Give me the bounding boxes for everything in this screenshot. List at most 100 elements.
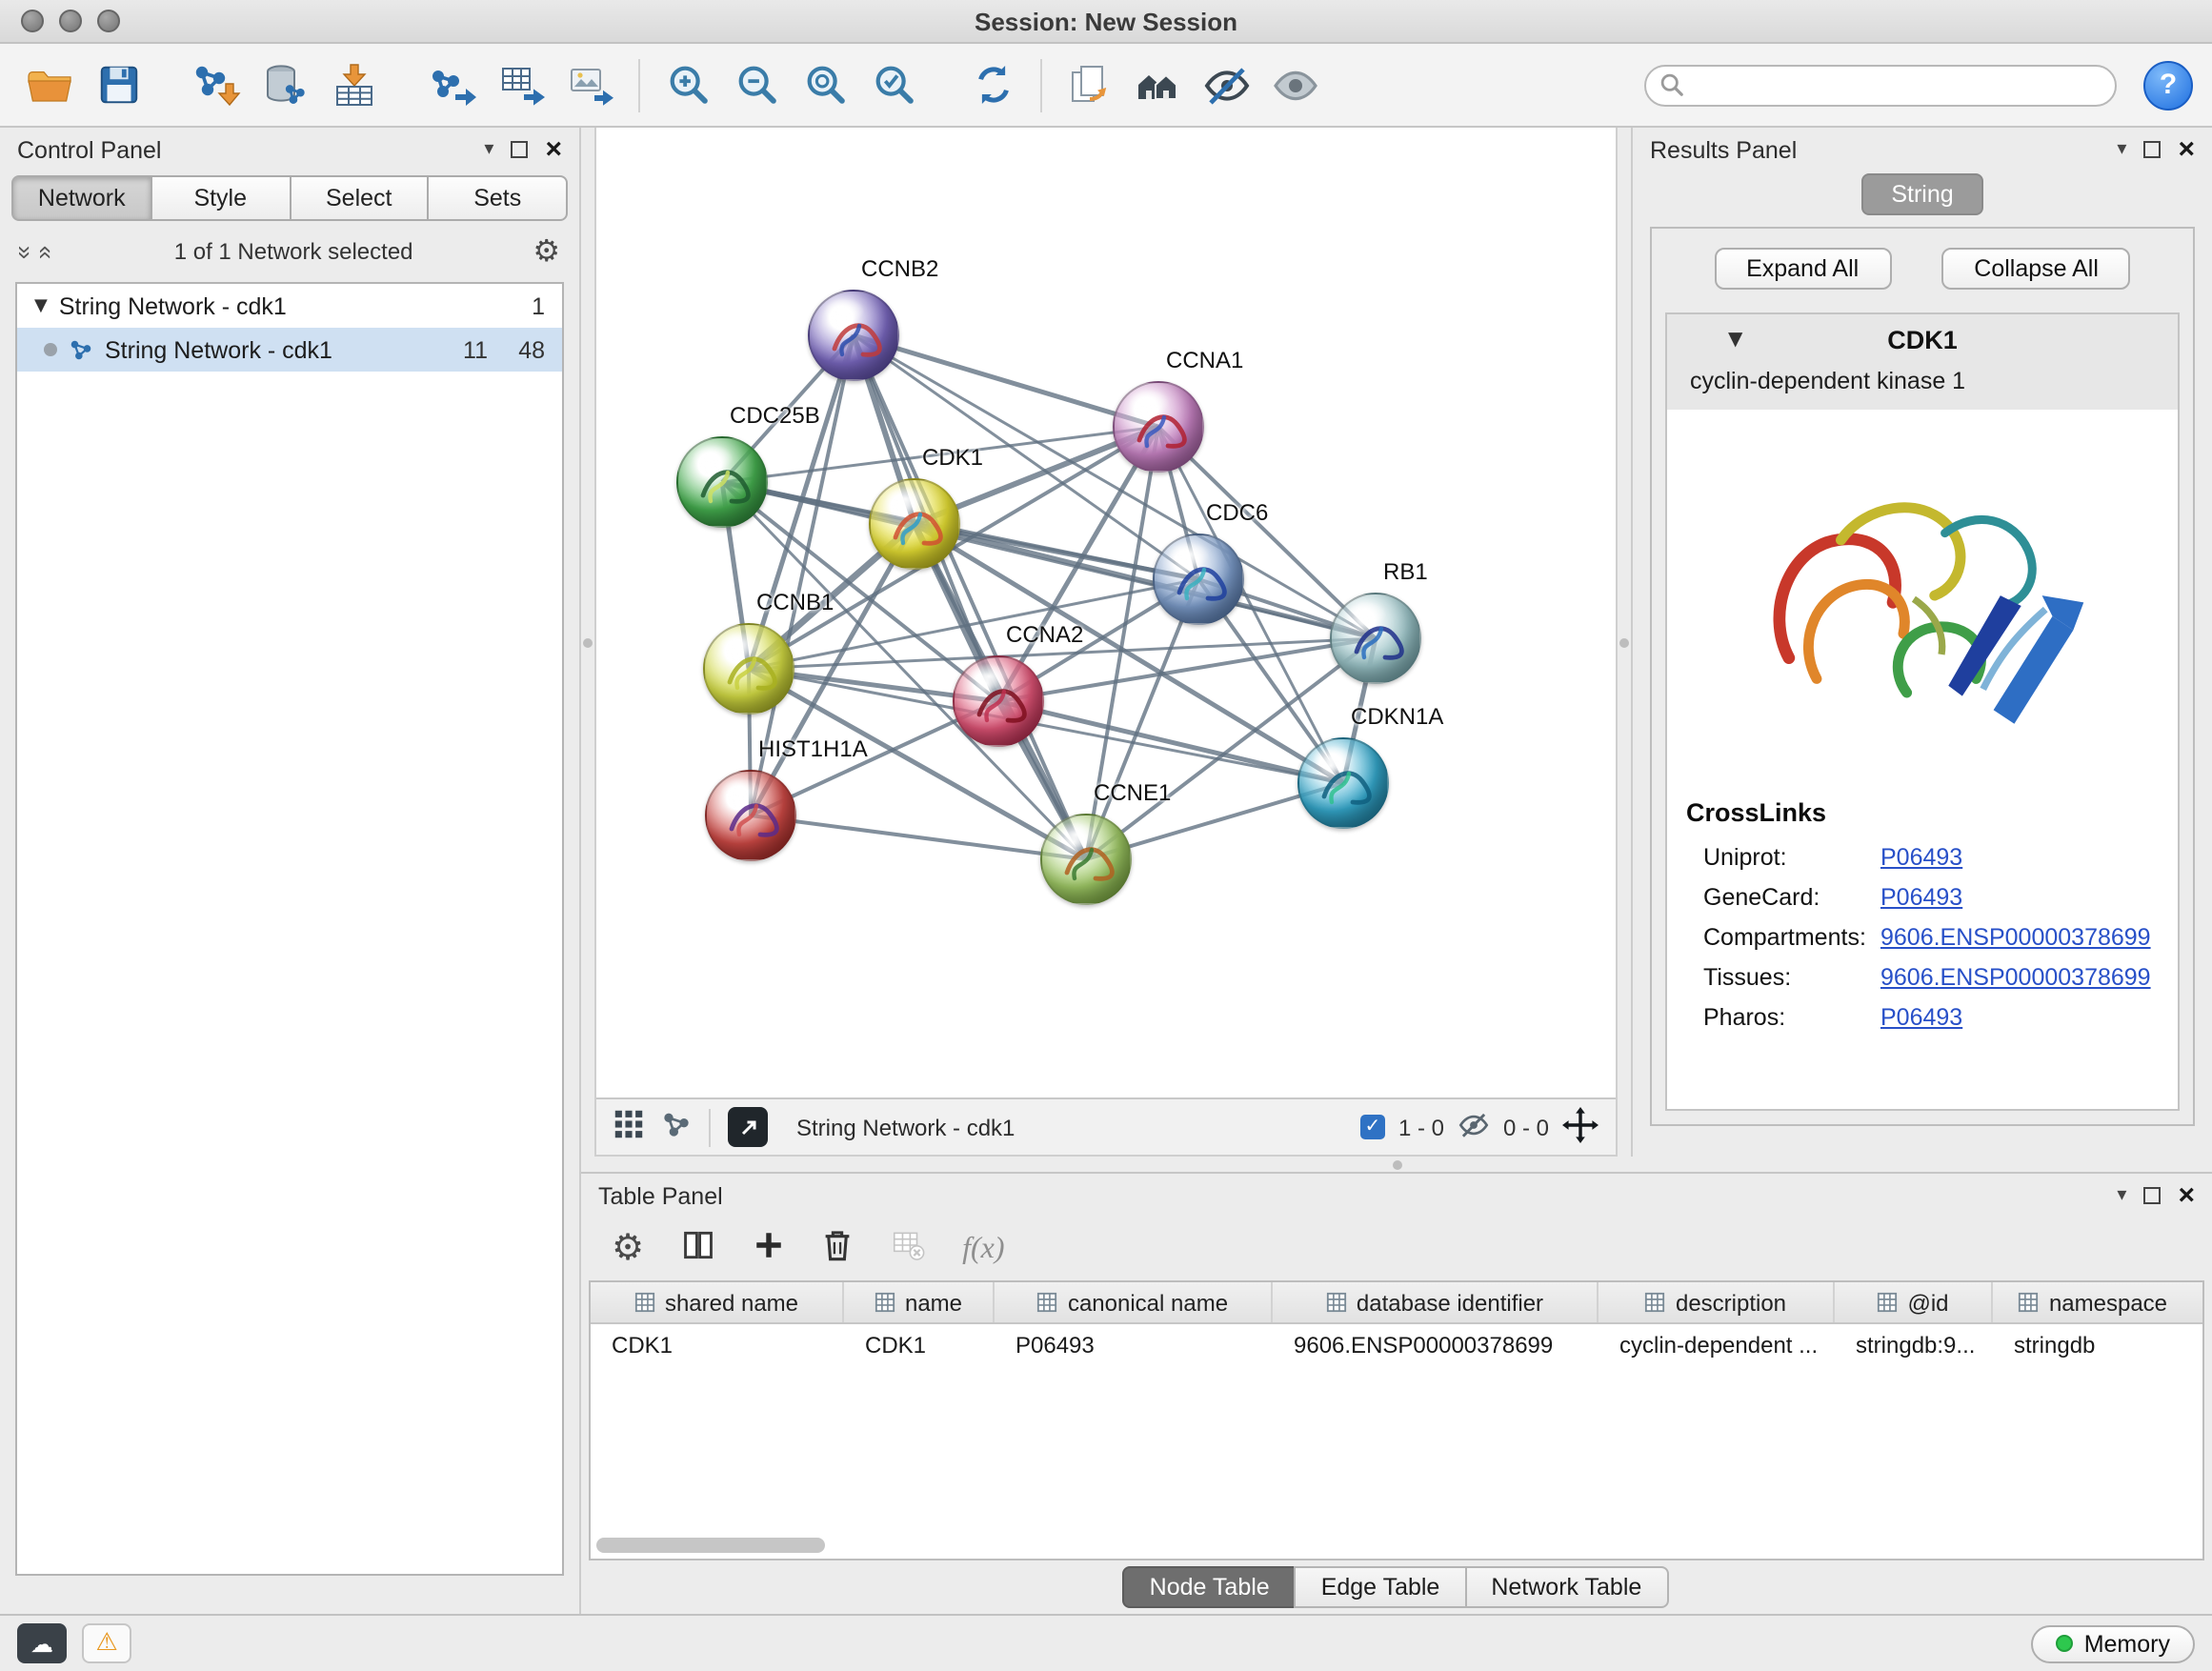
hide-selected-button[interactable] bbox=[1196, 52, 1257, 117]
collapse-all-button[interactable]: Collapse All bbox=[1941, 248, 2131, 290]
table-close-icon[interactable]: × bbox=[2178, 1181, 2195, 1210]
hidden-eye-icon bbox=[1458, 1108, 1490, 1146]
column-header-id[interactable]: @id bbox=[1835, 1282, 1993, 1322]
network-node-cdc6[interactable] bbox=[1153, 534, 1244, 625]
import-network-from-database-button[interactable] bbox=[255, 52, 316, 117]
duplicate-document-button[interactable] bbox=[1059, 52, 1120, 117]
panel-close-icon[interactable]: × bbox=[545, 135, 562, 164]
gene-collapse-icon[interactable]: ▼ bbox=[1728, 329, 1742, 350]
export-table-button[interactable] bbox=[492, 52, 553, 117]
network-row-selected[interactable]: String Network - cdk1 11 48 bbox=[17, 328, 562, 372]
warnings-button[interactable]: ⚠ bbox=[82, 1623, 131, 1663]
network-node-hist1h1a[interactable] bbox=[705, 770, 796, 861]
protein-structure-icon bbox=[678, 438, 770, 530]
left-splitter[interactable] bbox=[581, 128, 594, 1157]
network-node-ccna1[interactable] bbox=[1113, 381, 1204, 473]
pan-crosshair-icon[interactable] bbox=[1562, 1106, 1599, 1148]
zoom-out-button[interactable] bbox=[726, 52, 787, 117]
show-all-button[interactable] bbox=[1265, 52, 1326, 117]
panel-menu-icon[interactable]: ▾ bbox=[484, 139, 493, 160]
network-node-cdk1[interactable] bbox=[869, 478, 960, 570]
genecard-link[interactable]: P06493 bbox=[1880, 878, 1962, 918]
zoom-fit-button[interactable] bbox=[794, 52, 855, 117]
homes-button[interactable] bbox=[1128, 52, 1189, 117]
table-float-icon[interactable] bbox=[2143, 1187, 2161, 1204]
table-splitter[interactable] bbox=[581, 1157, 2212, 1172]
tab-node-table[interactable]: Node Table bbox=[1123, 1566, 1297, 1608]
network-options-gear-icon[interactable]: ⚙ bbox=[533, 236, 560, 267]
results-float-icon[interactable] bbox=[2143, 141, 2161, 158]
collection-expand-icon[interactable]: ▼ bbox=[34, 296, 48, 315]
tab-edge-table[interactable]: Edge Table bbox=[1295, 1566, 1467, 1608]
export-network-button[interactable] bbox=[423, 52, 484, 117]
tab-network[interactable]: Network bbox=[11, 175, 152, 221]
network-node-ccna2[interactable] bbox=[953, 655, 1044, 747]
network-node-ccnb2[interactable] bbox=[808, 290, 899, 381]
string-results-tab[interactable]: String bbox=[1860, 173, 1983, 215]
cell-database-identifier: 9606.ENSP00000378699 bbox=[1273, 1331, 1599, 1358]
tissues-link[interactable]: 9606.ENSP00000378699 bbox=[1880, 958, 2151, 998]
network-node-ccne1[interactable] bbox=[1040, 814, 1132, 905]
tab-style[interactable]: Style bbox=[151, 175, 292, 221]
import-table-from-file-button[interactable] bbox=[324, 52, 385, 117]
tab-network-table[interactable]: Network Table bbox=[1464, 1566, 1668, 1608]
close-window-button[interactable] bbox=[21, 10, 44, 32]
gene-section-header[interactable]: ▼ CDK1 bbox=[1667, 314, 2178, 364]
memory-button[interactable]: Memory bbox=[2031, 1624, 2195, 1662]
pharos-link[interactable]: P06493 bbox=[1880, 998, 1962, 1038]
right-splitter[interactable] bbox=[1618, 128, 1631, 1157]
table-settings-gear-icon[interactable]: ⚙ bbox=[612, 1231, 644, 1267]
delete-column-icon[interactable] bbox=[821, 1226, 854, 1272]
column-header-canonical-name[interactable]: canonical name bbox=[995, 1282, 1273, 1322]
minimize-window-button[interactable] bbox=[59, 10, 82, 32]
network-canvas[interactable]: CCNB2CCNA1CDC25BCDK1CDC6RB1CCNB1CCNA2CDK… bbox=[596, 128, 1616, 1097]
network-node-rb1[interactable] bbox=[1330, 593, 1421, 684]
crosslink-row: Tissues: 9606.ENSP00000378699 bbox=[1686, 958, 2159, 998]
show-columns-icon[interactable] bbox=[680, 1226, 716, 1272]
protein-structure-icon bbox=[707, 772, 798, 863]
node-label-ccne1: CCNE1 bbox=[1094, 779, 1171, 806]
collapse-all-networks-icon[interactable]: « bbox=[35, 245, 60, 258]
birdseye-grid-icon[interactable] bbox=[613, 1109, 644, 1145]
string-footer-icon[interactable] bbox=[661, 1109, 692, 1145]
results-close-icon[interactable]: × bbox=[2178, 135, 2195, 164]
horizontal-scrollbar[interactable] bbox=[596, 1538, 825, 1553]
search-input[interactable] bbox=[1694, 71, 2101, 98]
tab-sets[interactable]: Sets bbox=[428, 175, 569, 221]
add-column-icon[interactable] bbox=[753, 1228, 785, 1270]
function-builder-icon[interactable]: f(x) bbox=[962, 1232, 1004, 1266]
results-menu-icon[interactable]: ▾ bbox=[2117, 139, 2126, 160]
zoom-selected-button[interactable] bbox=[863, 52, 924, 117]
tab-select[interactable]: Select bbox=[289, 175, 430, 221]
column-header-namespace[interactable]: namespace bbox=[1993, 1282, 2193, 1322]
column-header-shared-name[interactable]: shared name bbox=[591, 1282, 844, 1322]
column-header-description[interactable]: description bbox=[1599, 1282, 1835, 1322]
panel-float-icon[interactable] bbox=[511, 141, 528, 158]
table-menu-icon[interactable]: ▾ bbox=[2117, 1185, 2126, 1206]
expand-all-button[interactable]: Expand All bbox=[1714, 248, 1891, 290]
zoom-in-button[interactable] bbox=[657, 52, 718, 117]
compartments-link[interactable]: 9606.ENSP00000378699 bbox=[1880, 918, 2151, 958]
tissues-label: Tissues: bbox=[1686, 958, 1880, 998]
import-network-from-file-button[interactable] bbox=[187, 52, 248, 117]
node-label-cdc25b: CDC25B bbox=[730, 402, 820, 429]
column-header-name[interactable]: name bbox=[844, 1282, 995, 1322]
network-edge[interactable] bbox=[751, 815, 1086, 859]
network-node-ccnb1[interactable] bbox=[703, 623, 794, 715]
open-session-button[interactable] bbox=[19, 52, 80, 117]
selected-checkbox-icon[interactable]: ✓ bbox=[1360, 1115, 1385, 1139]
help-button[interactable]: ? bbox=[2143, 60, 2193, 110]
network-edge[interactable] bbox=[854, 335, 1086, 859]
column-header-database-identifier[interactable]: database identifier bbox=[1273, 1282, 1599, 1322]
zoom-window-button[interactable] bbox=[97, 10, 120, 32]
refresh-button[interactable] bbox=[962, 52, 1023, 117]
network-collection-row[interactable]: ▼ String Network - cdk1 1 bbox=[17, 284, 562, 328]
table-row[interactable]: CDK1 CDK1 P06493 9606.ENSP00000378699 cy… bbox=[591, 1324, 2202, 1364]
network-node-cdc25b[interactable] bbox=[676, 436, 768, 528]
network-node-cdkn1a[interactable] bbox=[1297, 737, 1389, 829]
open-in-string-button[interactable] bbox=[728, 1107, 768, 1147]
uniprot-link[interactable]: P06493 bbox=[1880, 838, 1962, 878]
save-session-button[interactable] bbox=[88, 52, 149, 117]
cloud-status-button[interactable]: ☁ bbox=[17, 1623, 67, 1663]
export-image-button[interactable] bbox=[560, 52, 621, 117]
